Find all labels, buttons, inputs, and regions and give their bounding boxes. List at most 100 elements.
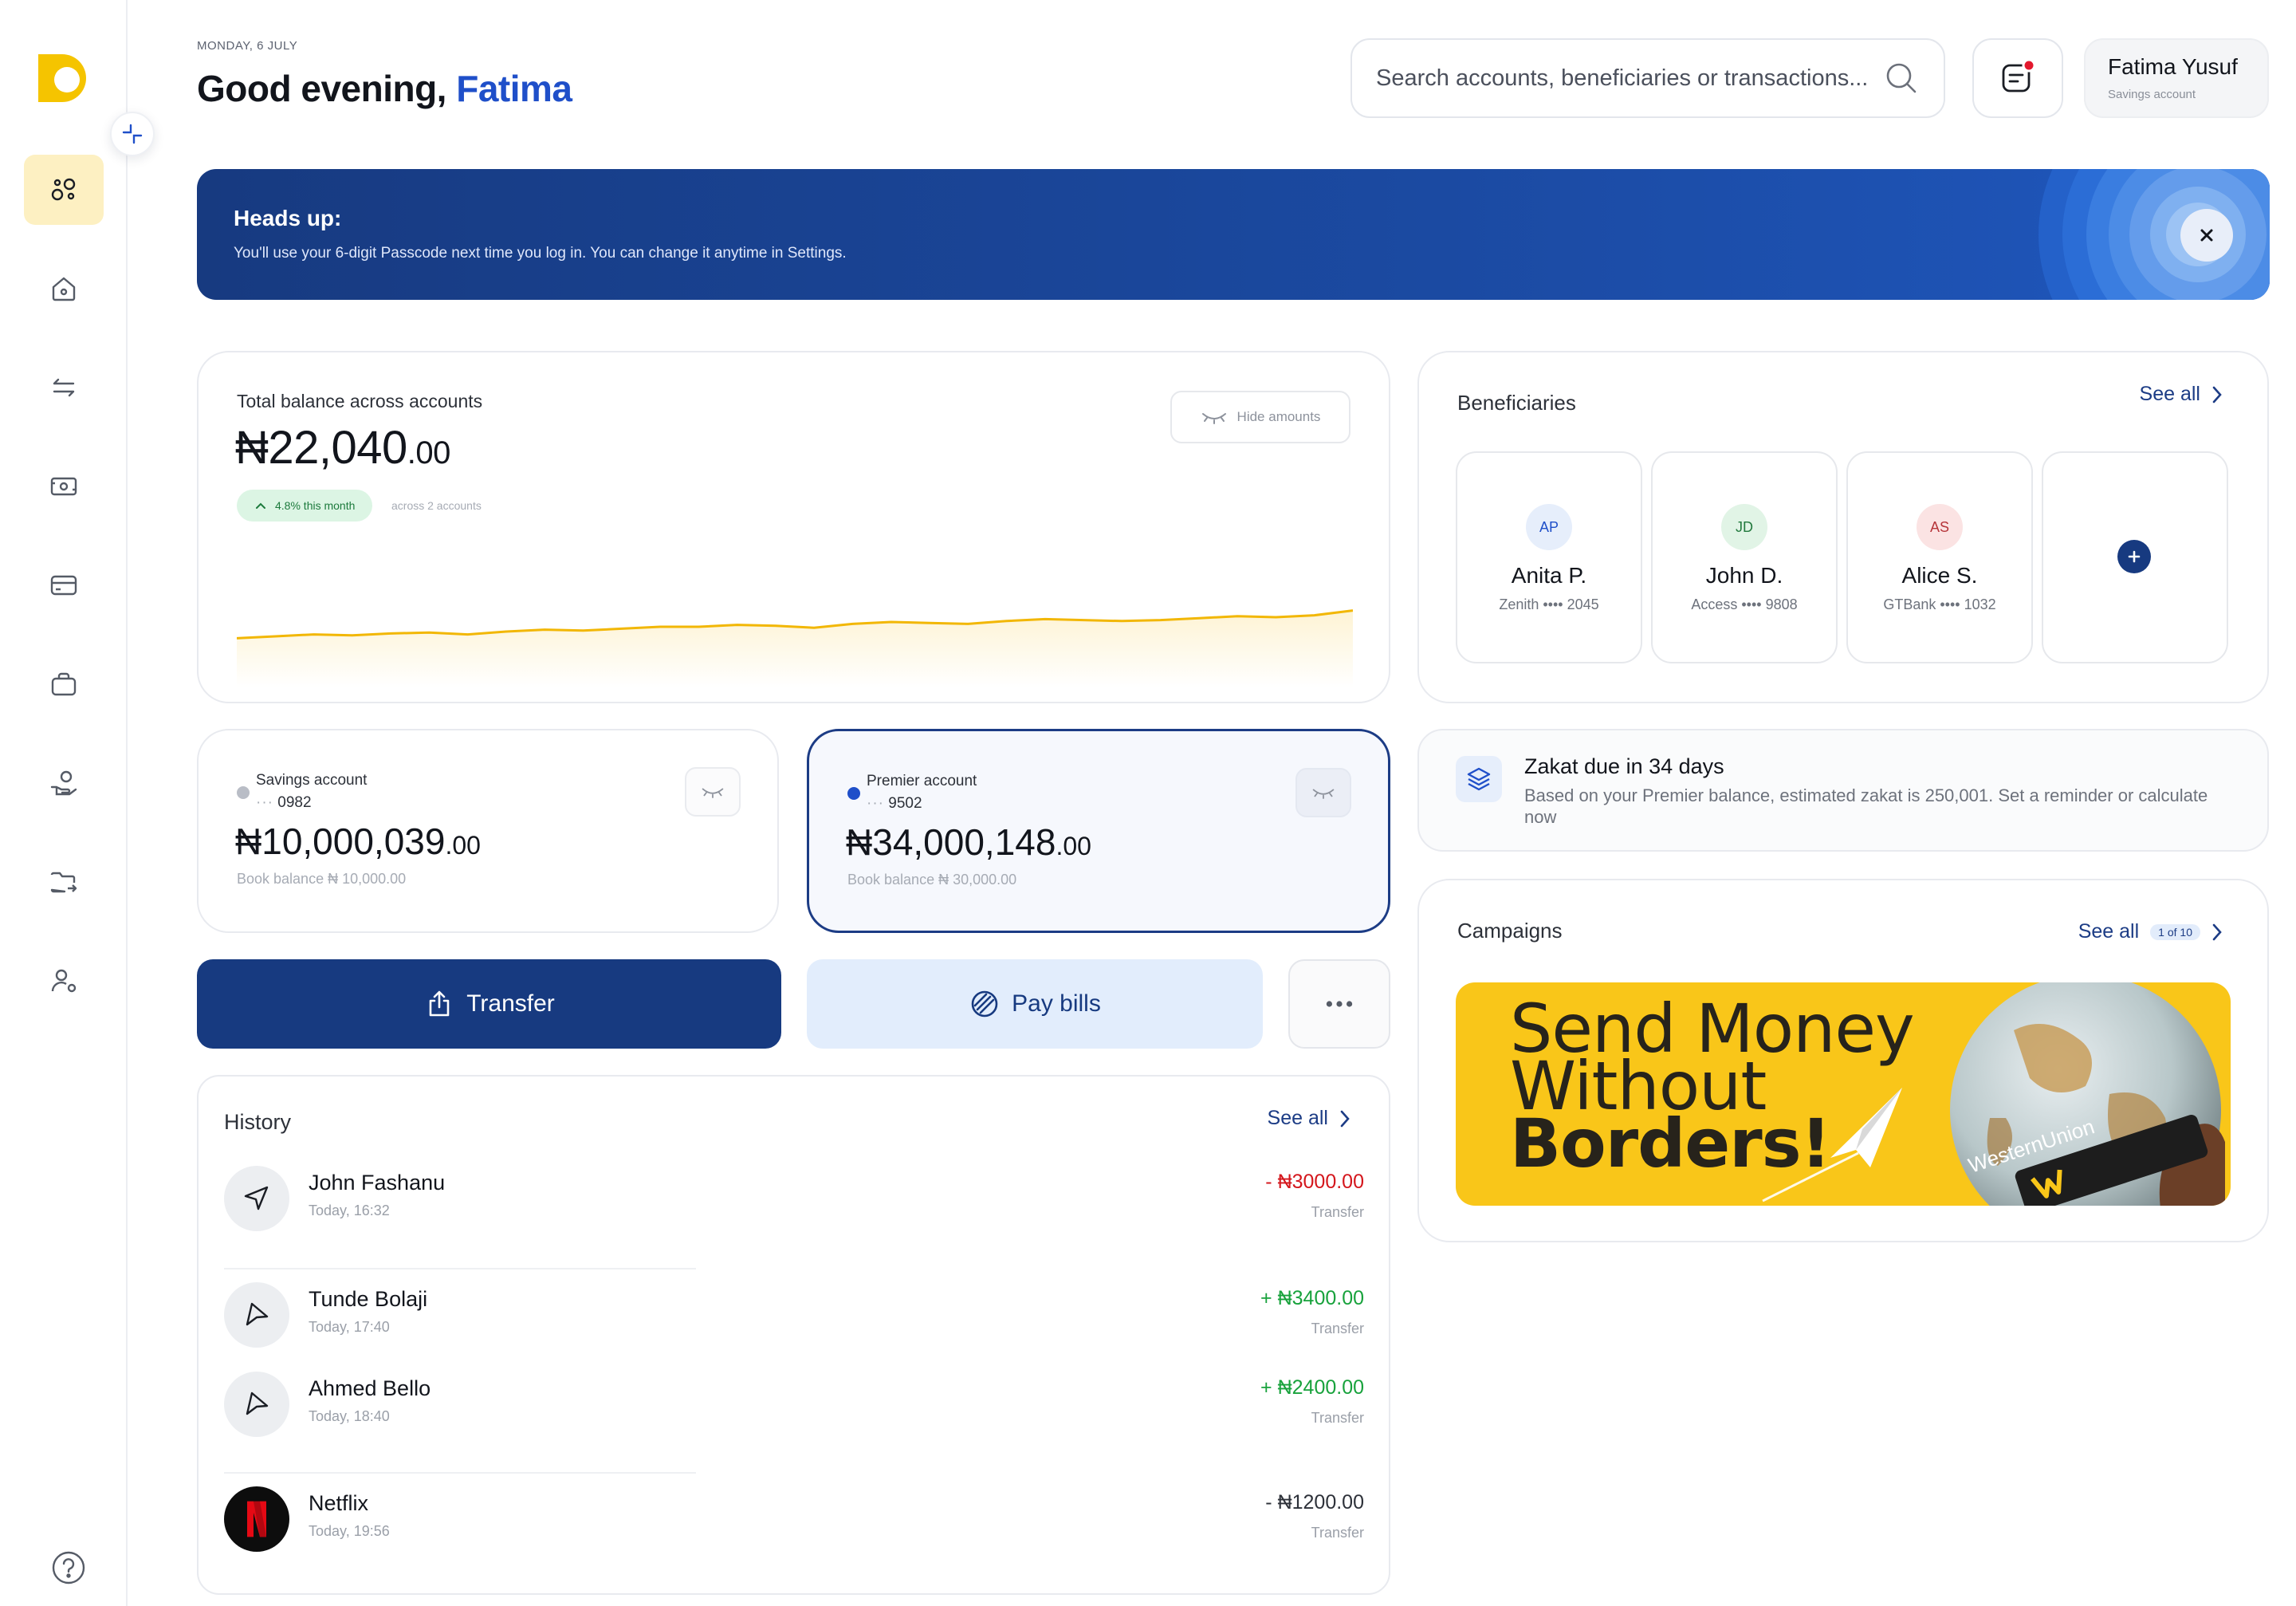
sidebar-item-home[interactable]	[24, 254, 104, 324]
zakat-description: Based on your Premier balance, estimated…	[1524, 785, 2208, 827]
account-balance: ₦10,000,039.00	[235, 820, 481, 863]
transaction-type: Transfer	[1311, 1410, 1364, 1426]
banner-decoration	[2038, 169, 2270, 300]
total-balance-amount: ₦22,040.00	[235, 421, 450, 474]
money-bill-icon	[50, 477, 77, 496]
transfer-button[interactable]: Transfer	[197, 959, 781, 1049]
campaign-banner[interactable]: WesternUnion Send Money Without Borders!	[1456, 982, 2231, 1206]
sidebar-item-profile-settings[interactable]	[24, 946, 104, 1016]
premier-account-card[interactable]: Premier account ··· 9502 ₦34,000,148.00 …	[807, 729, 1390, 933]
see-all-label: See all	[1267, 1107, 1328, 1129]
sidebar-item-statements[interactable]	[24, 847, 104, 917]
notification-inbox-icon	[2002, 58, 2036, 93]
chevron-right-icon	[2212, 386, 2222, 403]
see-all-label: See all	[2078, 920, 2140, 943]
sidebar-item-payments[interactable]	[24, 451, 104, 522]
bills-circle-icon	[971, 990, 998, 1018]
bank-name: Access	[1691, 596, 1738, 612]
account-last4: 0982	[277, 794, 312, 811]
amount-decimal: .00	[407, 435, 451, 470]
bank-name: GTBank	[1883, 596, 1936, 612]
total-balance-card: Total balance across accounts ₦22,040.00…	[197, 351, 1390, 703]
sidebar-item-cards[interactable]	[24, 550, 104, 620]
amount-decimal: .00	[1056, 832, 1091, 860]
sidebar-item-business[interactable]	[24, 649, 104, 719]
layers-icon	[1456, 756, 1502, 802]
transaction-amount: - ₦1200.00	[1265, 1491, 1364, 1513]
hide-amounts-label: Hide amounts	[1236, 409, 1321, 424]
beneficiary-tile[interactable]: AS Alice S. GTBank •••• 1032	[1846, 451, 2033, 663]
book-balance-value: ₦ 10,000.00	[328, 871, 407, 887]
banner-title: Heads up:	[234, 206, 342, 230]
campaign-headline: Send Money Without Borders!	[1510, 995, 1915, 1183]
amount-integer: 34,000,148	[872, 821, 1056, 863]
zakat-reminder-card[interactable]: Zakat due in 34 days Based on your Premi…	[1417, 729, 2269, 852]
currency-symbol: ₦	[846, 821, 873, 863]
search-input[interactable]: Search accounts, beneficiaries or transa…	[1350, 38, 1945, 118]
transfer-arrows-icon	[53, 378, 75, 397]
transaction-time: Today, 19:56	[309, 1523, 390, 1539]
currency-symbol: ₦	[235, 422, 269, 474]
sidebar-item-transfers[interactable]	[24, 352, 104, 423]
greeting-text: Good evening,	[197, 68, 446, 109]
history-see-all-link[interactable]: See all	[1268, 1107, 1350, 1130]
campaigns-see-all-link[interactable]: See all 1 of 10	[2078, 920, 2223, 943]
transaction-row[interactable]: John Fashanu Today, 16:32 - ₦3000.00 Tra…	[224, 1163, 1364, 1233]
transfer-label: Transfer	[466, 990, 555, 1017]
beneficiary-bank: GTBank •••• 1032	[1848, 596, 2031, 613]
account-last4: 9808	[1765, 596, 1798, 612]
netflix-logo-icon	[224, 1486, 289, 1552]
eye-closed-icon	[1312, 789, 1335, 799]
growth-text: 4.8% this month	[275, 499, 356, 512]
account-mask: ••••	[1741, 596, 1762, 612]
add-beneficiary-tile[interactable]	[2042, 451, 2228, 663]
briefcase-icon	[51, 672, 77, 696]
passcode-notice-banner: Heads up: You'll use your 6-digit Passco…	[197, 169, 2270, 300]
total-balance-label: Total balance across accounts	[237, 391, 483, 411]
transaction-name: John Fashanu	[309, 1171, 446, 1195]
history-title: History	[224, 1110, 292, 1134]
sidebar-item-loans[interactable]	[24, 748, 104, 818]
app-logo-icon[interactable]	[35, 48, 91, 104]
currency-symbol: ₦	[235, 821, 262, 862]
hide-amounts-button[interactable]: Hide amounts	[1170, 391, 1350, 443]
folder-export-icon	[50, 872, 77, 893]
beneficiary-tile[interactable]: AP Anita P. Zenith •••• 2045	[1456, 451, 1642, 663]
sidebar-item-dashboard[interactable]	[24, 155, 104, 225]
transaction-time: Today, 16:32	[309, 1203, 390, 1218]
campaign-line-3: Borders!	[1510, 1104, 1831, 1183]
eye-closed-icon	[1201, 413, 1226, 424]
more-actions-button[interactable]	[1288, 959, 1390, 1049]
account-number: ··· 9502	[867, 795, 922, 813]
transaction-history-card: History See all John Fashanu Today, 16:3…	[197, 1075, 1390, 1595]
campaigns-title: Campaigns	[1457, 919, 1563, 943]
toggle-balance-button[interactable]	[685, 767, 741, 817]
toggle-balance-button[interactable]	[1295, 768, 1351, 817]
amount-integer: 10,000,039	[261, 821, 446, 862]
book-balance-label: Book balance	[237, 871, 324, 887]
growth-badge: 4.8% this month	[237, 490, 373, 522]
search-icon[interactable]	[1883, 60, 1920, 96]
user-settings-icon	[51, 969, 77, 993]
beneficiaries-see-all-link[interactable]: See all	[2140, 383, 2223, 406]
transaction-amount: - ₦3000.00	[1265, 1171, 1364, 1193]
beneficiary-tile[interactable]: JD John D. Access •••• 9808	[1651, 451, 1838, 663]
transaction-row[interactable]: Netflix Today, 19:56 - ₦1200.00 Transfer	[224, 1483, 1364, 1553]
profile-menu[interactable]: Fatima Yusuf Savings account	[2084, 38, 2269, 118]
collapse-sidebar-button[interactable]	[110, 112, 155, 156]
balance-trend-chart	[237, 609, 1353, 687]
transaction-row[interactable]: Ahmed Bello Today, 18:40 + ₦2400.00 Tran…	[224, 1368, 1364, 1439]
savings-account-card[interactable]: Savings account ··· 0982 ₦10,000,039.00 …	[197, 729, 779, 933]
pay-bills-button[interactable]: Pay bills	[807, 959, 1263, 1049]
transaction-time: Today, 17:40	[309, 1319, 390, 1335]
notifications-button[interactable]	[1972, 38, 2063, 118]
help-circle-icon[interactable]	[49, 1549, 88, 1587]
book-balance: Book balance ₦ 10,000.00	[237, 871, 406, 888]
transaction-time: Today, 18:40	[309, 1408, 390, 1424]
close-banner-button[interactable]	[2180, 209, 2233, 262]
chevron-right-icon	[1340, 1110, 1350, 1127]
loan-hand-icon	[50, 770, 77, 796]
account-mask: ••••	[1543, 596, 1563, 612]
transaction-row[interactable]: Tunde Bolaji Today, 17:40 + ₦3400.00 Tra…	[224, 1279, 1364, 1349]
zakat-title: Zakat due in 34 days	[1524, 754, 1724, 778]
